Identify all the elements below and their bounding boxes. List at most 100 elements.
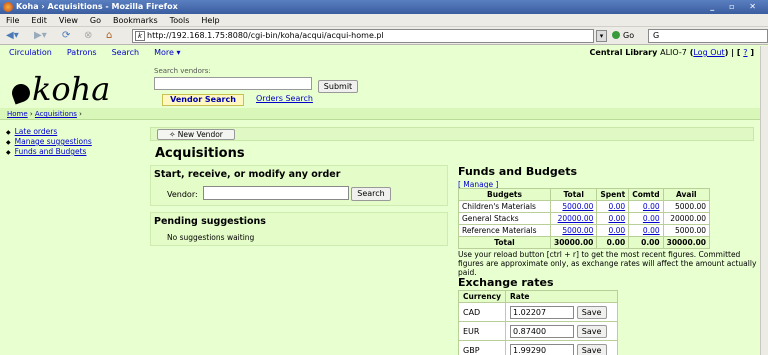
rate-input[interactable]: 1.99290 bbox=[510, 343, 575, 355]
sidebar: Late orders Manage suggestions Funds and… bbox=[6, 127, 92, 157]
url-bar[interactable]: k http://192.168.1.75:8080/cgi-bin/koha/… bbox=[132, 29, 594, 43]
spent-link[interactable]: 0.00 bbox=[608, 214, 625, 223]
pending-suggestions-panel: Pending suggestions No suggestions waiti… bbox=[150, 212, 448, 246]
new-vendor-label: New Vendor bbox=[177, 130, 223, 139]
menu-bar: File Edit View Go Bookmarks Tools Help bbox=[0, 14, 768, 27]
menu-tools[interactable]: Tools bbox=[170, 16, 190, 25]
funds-note: Use your reload button [ctrl + r] to get… bbox=[458, 250, 757, 277]
koha-logo-icon bbox=[9, 81, 33, 105]
rate-input[interactable]: 1.02207 bbox=[510, 305, 575, 319]
comtd-cell: 0.00 bbox=[628, 212, 664, 225]
tab-vendor-search[interactable]: Vendor Search bbox=[162, 94, 244, 106]
avail-cell: 5000.00 bbox=[662, 200, 711, 213]
site-favicon-icon: k bbox=[135, 31, 145, 41]
help-link[interactable]: ? bbox=[743, 48, 747, 57]
rate-cell: 1.99290 Save bbox=[505, 340, 619, 355]
back-icon[interactable]: ◀▾ bbox=[6, 30, 19, 42]
menu-bookmarks[interactable]: Bookmarks bbox=[113, 16, 158, 25]
budget-name: Children's Materials bbox=[458, 200, 551, 213]
user-info: Central Library ALIO-7 (Log Out) | [ ? ] bbox=[589, 48, 754, 57]
url-text: http://192.168.1.75:8080/cgi-bin/koha/ac… bbox=[147, 31, 384, 40]
spent-link[interactable]: 0.00 bbox=[608, 226, 625, 235]
vendor-search-input[interactable] bbox=[154, 77, 312, 90]
submit-button[interactable]: Submit bbox=[318, 80, 358, 93]
tab-orders-search[interactable]: Orders Search bbox=[256, 94, 313, 104]
menu-view[interactable]: View bbox=[59, 16, 78, 25]
funds-title: Funds and Budgets bbox=[458, 165, 578, 178]
go-button[interactable]: Go bbox=[612, 30, 634, 42]
forward-icon[interactable]: ▶▾ bbox=[34, 30, 47, 42]
spent-link[interactable]: 0.00 bbox=[608, 202, 625, 211]
menu-help[interactable]: Help bbox=[201, 16, 219, 25]
logout-link[interactable]: Log Out bbox=[693, 48, 724, 57]
page-scrollbar[interactable] bbox=[760, 46, 768, 355]
rate-cell: 0.87400 Save bbox=[505, 321, 619, 341]
new-vendor-button[interactable]: ✧ New Vendor bbox=[157, 129, 235, 140]
comtd-link[interactable]: 0.00 bbox=[643, 202, 660, 211]
save-button[interactable]: Save bbox=[576, 343, 607, 355]
url-dropdown-icon[interactable]: ▾ bbox=[596, 30, 607, 42]
vendor-search-label: Search vendors: bbox=[154, 67, 211, 75]
nav-more[interactable]: More ▾ bbox=[154, 48, 180, 57]
pending-title: Pending suggestions bbox=[154, 216, 266, 227]
sidebar-item-funds: Funds and Budgets bbox=[6, 147, 92, 157]
nav-search[interactable]: Search bbox=[112, 48, 139, 57]
go-icon bbox=[612, 31, 620, 39]
col-header: Comtd bbox=[628, 188, 664, 201]
total-link[interactable]: 5000.00 bbox=[562, 226, 593, 235]
vendor-search-button[interactable]: Search bbox=[351, 187, 391, 201]
breadcrumb-acquisitions[interactable]: Acquisitions bbox=[35, 110, 77, 118]
nav-circulation[interactable]: Circulation bbox=[9, 48, 52, 57]
pending-message: No suggestions waiting bbox=[167, 233, 255, 242]
start-order-panel: Start, receive, or modify any order Vend… bbox=[150, 165, 448, 206]
firefox-icon bbox=[3, 2, 13, 12]
late-orders-link[interactable]: Late orders bbox=[15, 127, 58, 136]
spent-cell: 0.00 bbox=[596, 212, 630, 225]
stop-icon[interactable]: ⊗ bbox=[84, 30, 92, 42]
comtd-sum: 0.00 bbox=[628, 236, 664, 249]
menu-go[interactable]: Go bbox=[90, 16, 101, 25]
go-label: Go bbox=[623, 31, 635, 40]
reload-icon[interactable]: ⟳ bbox=[62, 30, 70, 42]
comtd-link[interactable]: 0.00 bbox=[643, 226, 660, 235]
save-button[interactable]: Save bbox=[576, 324, 607, 338]
nav-patrons[interactable]: Patrons bbox=[67, 48, 97, 57]
breadcrumb-home[interactable]: Home bbox=[7, 110, 28, 118]
vendor-input[interactable] bbox=[203, 186, 349, 200]
col-header: Rate bbox=[505, 290, 619, 303]
window-title: Koha › Acquisitions - Mozilla Firefox bbox=[16, 2, 178, 11]
menu-file[interactable]: File bbox=[6, 16, 19, 25]
manage-suggestions-link[interactable]: Manage suggestions bbox=[15, 137, 92, 146]
col-header: Total bbox=[549, 188, 598, 201]
spent-cell: 0.00 bbox=[596, 224, 630, 237]
menu-edit[interactable]: Edit bbox=[31, 16, 47, 25]
rate-input[interactable]: 0.87400 bbox=[510, 324, 575, 338]
logo-text: koha bbox=[32, 70, 111, 108]
user-name: ALIO-7 bbox=[660, 48, 687, 57]
avail-cell: 5000.00 bbox=[662, 224, 711, 237]
vendor-label: Vendor: bbox=[167, 190, 198, 199]
currency-code: CAD bbox=[457, 302, 507, 322]
currency-code: EUR bbox=[457, 321, 507, 341]
total-label: Total bbox=[458, 236, 551, 249]
search-engine-box[interactable]: G bbox=[648, 29, 768, 43]
total-cell: 5000.00 bbox=[549, 200, 598, 213]
comtd-cell: 0.00 bbox=[628, 200, 664, 213]
save-button[interactable]: Save bbox=[576, 305, 607, 319]
currency-code: GBP bbox=[457, 340, 507, 355]
exchange-table: Currency Rate CAD 1.02207 Save EUR 0.874… bbox=[457, 290, 619, 355]
funds-budgets-link[interactable]: Funds and Budgets bbox=[15, 147, 87, 156]
home-icon[interactable]: ⌂ bbox=[106, 30, 112, 42]
koha-logo[interactable]: koha bbox=[9, 70, 111, 108]
koha-top-nav: Circulation Patrons Search More ▾ Central L… bbox=[0, 46, 768, 60]
col-header: Avail bbox=[662, 188, 711, 201]
total-link[interactable]: 20000.00 bbox=[558, 214, 594, 223]
avail-cell: 20000.00 bbox=[662, 212, 711, 225]
budget-name: Reference Materials bbox=[458, 224, 551, 237]
comtd-link[interactable]: 0.00 bbox=[643, 214, 660, 223]
window-controls[interactable]: _ ▫ ✕ bbox=[710, 0, 762, 14]
spent-sum: 0.00 bbox=[596, 236, 630, 249]
total-link[interactable]: 5000.00 bbox=[562, 202, 593, 211]
col-header: Currency bbox=[457, 290, 507, 303]
total-cell: 5000.00 bbox=[549, 224, 598, 237]
